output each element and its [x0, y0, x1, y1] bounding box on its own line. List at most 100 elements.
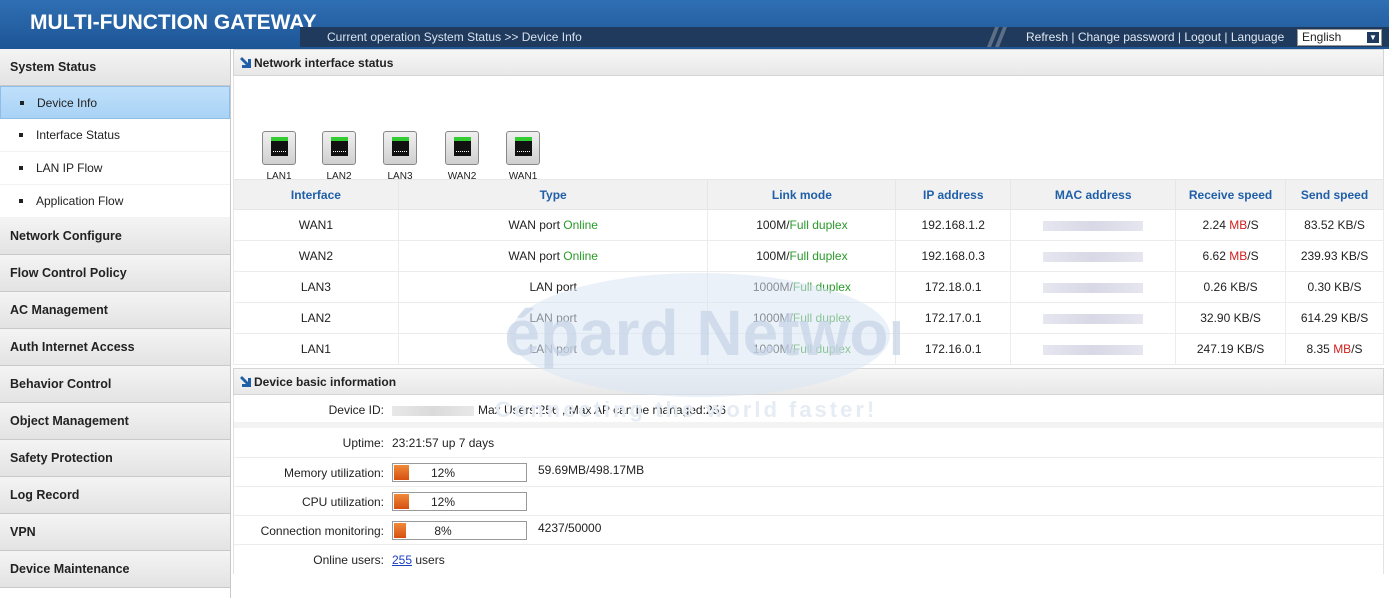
cell-receive-speed: 247.19 KB/S	[1175, 333, 1287, 365]
cell-link-mode: 100M/Full duplex	[707, 209, 897, 241]
cell-receive-speed: 32.90 KB/S	[1175, 302, 1287, 334]
memory-label: Memory utilization:	[283, 466, 384, 480]
cell-mac-address	[1010, 271, 1177, 303]
cell-mac-address	[1010, 209, 1177, 241]
ethernet-port-icon	[383, 131, 417, 165]
online-users-link[interactable]: 255	[392, 553, 412, 567]
sidebar-item-label: LAN IP Flow	[36, 161, 103, 175]
sidebar-group-vpn[interactable]: VPN	[0, 514, 230, 551]
cell-mac-address	[1010, 333, 1177, 365]
memory-progress-bar: 12%	[392, 463, 527, 482]
cell-ip-address: 172.17.0.1	[895, 302, 1012, 334]
cell-mac-address	[1010, 302, 1177, 334]
connection-row: Connection monitoring: 8% 4237/50000	[234, 516, 1383, 545]
device-id-label: Device ID:	[328, 403, 384, 417]
sidebar-group-flow-control-policy[interactable]: Flow Control Policy	[0, 255, 230, 292]
interface-table: Interface Type Link mode IP address MAC …	[233, 179, 1384, 365]
uptime-row: Uptime: 23:21:57 up 7 days	[234, 428, 1383, 458]
sidebar-group-safety-protection[interactable]: Safety Protection	[0, 440, 230, 477]
online-users-row: Online users: 255 users	[234, 545, 1383, 574]
col-type: Type	[397, 179, 709, 210]
cell-link-mode: 100M/Full duplex	[707, 240, 897, 272]
header-bar: MULTI-FUNCTION GATEWAY Current operation…	[0, 0, 1389, 49]
table-header: Interface Type Link mode IP address MAC …	[233, 179, 1384, 210]
logout-link[interactable]: Logout	[1184, 30, 1221, 44]
redacted-device-id	[392, 405, 474, 416]
cpu-label: CPU utilization:	[301, 495, 384, 509]
port-wan2[interactable]: WAN2	[442, 131, 482, 182]
bullet-icon	[19, 199, 23, 203]
cell-type: LAN port	[397, 333, 709, 365]
status-online: Online	[563, 218, 598, 232]
col-send-speed: Send speed	[1285, 179, 1384, 210]
bullet-icon	[19, 166, 23, 170]
online-users-label: Online users:	[313, 553, 384, 567]
port-label: WAN1	[508, 171, 538, 182]
cell-send-speed: 614.29 KB/S	[1285, 302, 1384, 334]
refresh-link[interactable]: Refresh	[1026, 30, 1068, 44]
cell-link-mode: 1000M/Full duplex	[707, 333, 897, 365]
language-select[interactable]: English ▼	[1297, 29, 1382, 46]
section-title: Network interface status	[254, 56, 394, 70]
sidebar-group-object-management[interactable]: Object Management	[0, 403, 230, 440]
chevron-down-icon[interactable]: ▼	[1367, 32, 1379, 43]
sidebar-item-device-info[interactable]: Device Info	[0, 86, 230, 119]
cell-receive-speed: 2.24 MB/S	[1175, 209, 1287, 241]
table-row: WAN2 WAN port Online 100M/Full duplex 192.1…	[233, 240, 1384, 272]
memory-row: Memory utilization: 12% 59.69MB/498.17MB	[234, 458, 1383, 487]
connection-progress-bar: 8%	[392, 521, 527, 540]
cell-ip-address: 172.16.0.1	[895, 333, 1012, 365]
sidebar-group-network-configure[interactable]: Network Configure	[0, 218, 230, 255]
sidebar-group-log-record[interactable]: Log Record	[0, 477, 230, 514]
port-label: WAN2	[447, 171, 477, 182]
cell-interface: LAN1	[233, 333, 399, 365]
uptime-label: Uptime:	[342, 436, 384, 450]
cell-interface: LAN2	[233, 302, 399, 334]
bullet-icon	[20, 101, 24, 105]
table-row: WAN1 WAN port Online 100M/Full duplex 192.1…	[233, 209, 1384, 241]
section-title: Device basic information	[254, 375, 397, 389]
sidebar-item-interface-status[interactable]: Interface Status	[0, 119, 230, 152]
arrow-down-right-icon	[240, 57, 251, 68]
sidebar-item-lan-ip-flow[interactable]: LAN IP Flow	[0, 152, 230, 185]
arrow-down-right-icon	[240, 376, 251, 387]
col-mac-address: MAC address	[1010, 179, 1177, 210]
sidebar-item-label: Interface Status	[36, 128, 121, 142]
sidebar-item-application-flow[interactable]: Application Flow	[0, 185, 230, 218]
change-password-link[interactable]: Change password	[1078, 30, 1175, 44]
cell-interface: LAN3	[233, 271, 399, 303]
cell-type: LAN port	[397, 271, 709, 303]
sidebar-group-auth-internet-access[interactable]: Auth Internet Access	[0, 329, 230, 366]
breadcrumb: Current operation System Status >> Devic…	[327, 30, 582, 44]
cpu-row: CPU utilization: 12%	[234, 487, 1383, 516]
cell-type: LAN port	[397, 302, 709, 334]
sidebar-group-ac-management[interactable]: AC Management	[0, 292, 230, 329]
sidebar-group-device-maintenance[interactable]: Device Maintenance	[0, 551, 230, 588]
memory-detail: 59.69MB/498.17MB	[538, 463, 645, 477]
ethernet-port-icon	[445, 131, 479, 165]
uptime-value: 23:21:57 up 7 days	[392, 436, 495, 450]
col-receive-speed: Receive speed	[1175, 179, 1287, 210]
sidebar-group-behavior-control[interactable]: Behavior Control	[0, 366, 230, 403]
cell-interface: WAN1	[233, 209, 399, 241]
section-network-interface-status: Network interface status	[233, 49, 1384, 76]
port-lan1[interactable]: LAN1	[259, 131, 299, 182]
redacted-mac-address	[1043, 313, 1144, 324]
port-label: LAN2	[326, 171, 352, 182]
language-link[interactable]: Language	[1231, 30, 1284, 44]
cell-send-speed: 8.35 MB/S	[1285, 333, 1384, 365]
sidebar-group-system-status[interactable]: System Status	[0, 49, 230, 86]
port-wan1[interactable]: WAN1	[503, 131, 543, 182]
port-label: LAN3	[387, 171, 413, 182]
cell-receive-speed: 0.26 KB/S	[1175, 271, 1287, 303]
memory-percent: 12%	[430, 466, 456, 480]
cell-receive-speed: 6.62 MB/S	[1175, 240, 1287, 272]
port-lan3[interactable]: LAN3	[380, 131, 420, 182]
port-lan2[interactable]: LAN2	[319, 131, 359, 182]
table-row: LAN3 LAN port 1000M/Full duplex 172.18.0.1…	[233, 271, 1384, 303]
cell-type: WAN port Online	[397, 240, 709, 272]
ethernet-port-icon	[262, 131, 296, 165]
main-content: Network interface status LAN1 LAN2 LAN3 …	[233, 49, 1384, 598]
app-title: MULTI-FUNCTION GATEWAY	[30, 11, 317, 34]
col-interface: Interface	[233, 179, 399, 210]
